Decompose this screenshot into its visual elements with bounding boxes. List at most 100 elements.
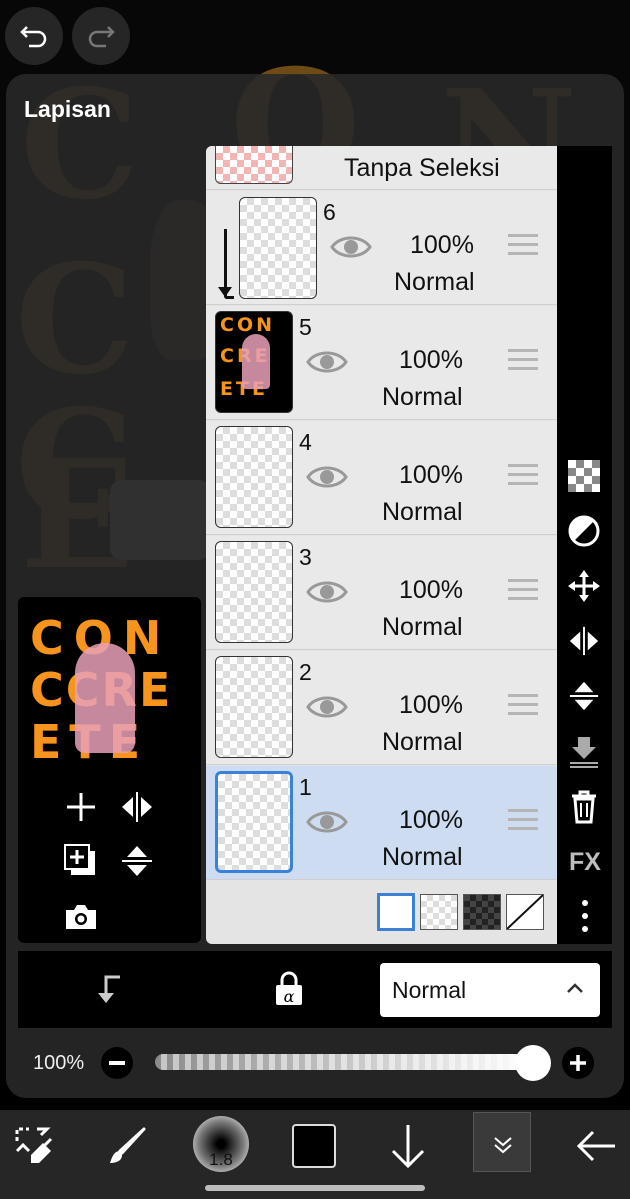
invert-button[interactable] (568, 515, 600, 547)
visibility-eye-icon[interactable] (330, 233, 372, 261)
layer-opacity: 100% (410, 231, 474, 259)
preview-figure (75, 643, 135, 753)
thumb-text: CON (220, 314, 275, 336)
layer-thumbnail (215, 771, 293, 873)
selection-thumb (215, 146, 293, 184)
opacity-decrease-button[interactable] (101, 1047, 133, 1079)
duplicate-layer-button[interactable] (64, 844, 98, 878)
opacity-label: 100% (33, 1052, 85, 1074)
move-arrows-icon (568, 570, 600, 602)
back-button[interactable] (574, 1124, 618, 1168)
layer-thumbnail (215, 426, 293, 528)
more-vertical-icon (582, 900, 588, 932)
color-swatch-button[interactable] (292, 1124, 336, 1168)
flip-vertical-button[interactable] (120, 844, 154, 878)
alpha-lock-button[interactable]: α (272, 970, 306, 1008)
merge-down-button[interactable] (568, 735, 600, 769)
layer-panel-toggle-button[interactable] (473, 1112, 531, 1172)
visibility-eye-icon[interactable] (306, 808, 348, 836)
layer-number: 2 (299, 659, 312, 685)
filter-fx-button[interactable]: FX (563, 845, 607, 879)
layer-number: 5 (299, 314, 312, 340)
background-dark-swatch[interactable] (463, 894, 501, 930)
more-options-button[interactable] (575, 898, 595, 934)
layer-row[interactable]: 2 100% Normal (206, 651, 557, 765)
layer-row[interactable]: 6 100% Normal (206, 191, 557, 305)
brush-tool-button[interactable] (105, 1124, 149, 1168)
flip-layer-vertical-button[interactable] (568, 680, 600, 712)
blend-mode-select[interactable]: Normal (380, 963, 600, 1017)
selection-label: Tanpa Seleksi (344, 154, 500, 182)
transparency-button[interactable] (568, 460, 600, 492)
drag-handle-icon[interactable] (508, 464, 538, 491)
flip-vertical-icon (569, 681, 599, 711)
opacity-slider[interactable] (155, 1054, 535, 1070)
alpha-lock-icon: α (276, 971, 302, 1006)
redo-icon (88, 26, 115, 48)
add-layer-button[interactable] (64, 790, 98, 824)
visibility-eye-icon[interactable] (306, 578, 348, 606)
background-transparent-swatch[interactable] (420, 894, 458, 930)
layer-list: Tanpa Seleksi 6 100% Normal CON CRE ETE … (206, 146, 557, 944)
flip-horizontal-icon (569, 626, 599, 656)
background-white-swatch[interactable] (377, 893, 415, 931)
drag-handle-icon[interactable] (508, 349, 538, 376)
double-chevron-down-icon (494, 1137, 512, 1154)
transfer-down-button[interactable] (386, 1122, 430, 1170)
selection-tool-button[interactable] (12, 1124, 56, 1168)
trash-icon (572, 790, 596, 824)
layer-number: 3 (299, 544, 312, 570)
flip-layer-horizontal-button[interactable] (568, 625, 600, 657)
contrast-icon (568, 515, 600, 547)
drag-handle-icon[interactable] (508, 579, 538, 606)
layer-number: 1 (299, 774, 312, 800)
arrow-left-icon (576, 1130, 615, 1162)
clipping-button[interactable] (92, 972, 126, 1006)
layer-thumbnail (215, 541, 293, 643)
home-indicator[interactable] (205, 1185, 425, 1191)
camera-button[interactable] (64, 900, 98, 934)
flip-horizontal-button[interactable] (120, 790, 154, 824)
delete-layer-button[interactable] (570, 790, 598, 824)
layer-opacity: 100% (399, 576, 463, 604)
visibility-eye-icon[interactable] (306, 693, 348, 721)
undo-icon (20, 26, 47, 48)
visibility-eye-icon[interactable] (306, 463, 348, 491)
layer-thumbnail (215, 656, 293, 758)
layer-number: 6 (323, 199, 336, 225)
layer-row[interactable]: 4 100% Normal (206, 421, 557, 535)
svg-text:α: α (284, 987, 295, 1006)
canvas-preview[interactable]: CON CCRE ETE (25, 613, 195, 773)
drag-handle-icon[interactable] (508, 234, 538, 261)
clipping-arrow-icon (218, 287, 232, 297)
opacity-slider-thumb[interactable] (515, 1045, 551, 1081)
layer-opacity: 100% (399, 691, 463, 719)
layer-blend-mode: Normal (394, 268, 475, 296)
plus-icon (67, 793, 95, 821)
undo-button[interactable] (5, 7, 63, 65)
layer-row[interactable]: CON CRE ETE 5 100% Normal (206, 306, 557, 420)
arrow-down-icon (391, 1125, 425, 1169)
layer-opacity: 100% (399, 806, 463, 834)
move-layer-button[interactable] (568, 570, 600, 602)
layer-row[interactable]: 3 100% Normal (206, 536, 557, 650)
background-none-swatch[interactable] (506, 894, 544, 930)
drag-handle-icon[interactable] (508, 809, 538, 836)
camera-icon (66, 905, 96, 929)
layer-row-selected[interactable]: 1 100% Normal (206, 766, 557, 880)
drag-handle-icon[interactable] (508, 694, 538, 721)
clipping-arrow-icon (98, 975, 120, 1003)
layer-opacity: 100% (399, 346, 463, 374)
merge-down-icon (570, 737, 598, 768)
duplicate-icon (64, 844, 95, 875)
blend-mode-value: Normal (392, 976, 467, 1003)
opacity-increase-button[interactable] (562, 1047, 594, 1079)
brush-size-button[interactable]: 1.8 (193, 1116, 249, 1172)
visibility-eye-icon[interactable] (306, 348, 348, 376)
selection-layer-row[interactable]: Tanpa Seleksi (206, 146, 557, 190)
screen: C O N C C E Lapisan CON CCRE ETE (0, 0, 630, 1199)
redo-button[interactable] (72, 7, 130, 65)
layer-thumbnail: CON CRE ETE (215, 311, 293, 413)
flip-horizontal-icon (122, 792, 152, 822)
layer-blend-mode: Normal (382, 728, 463, 756)
